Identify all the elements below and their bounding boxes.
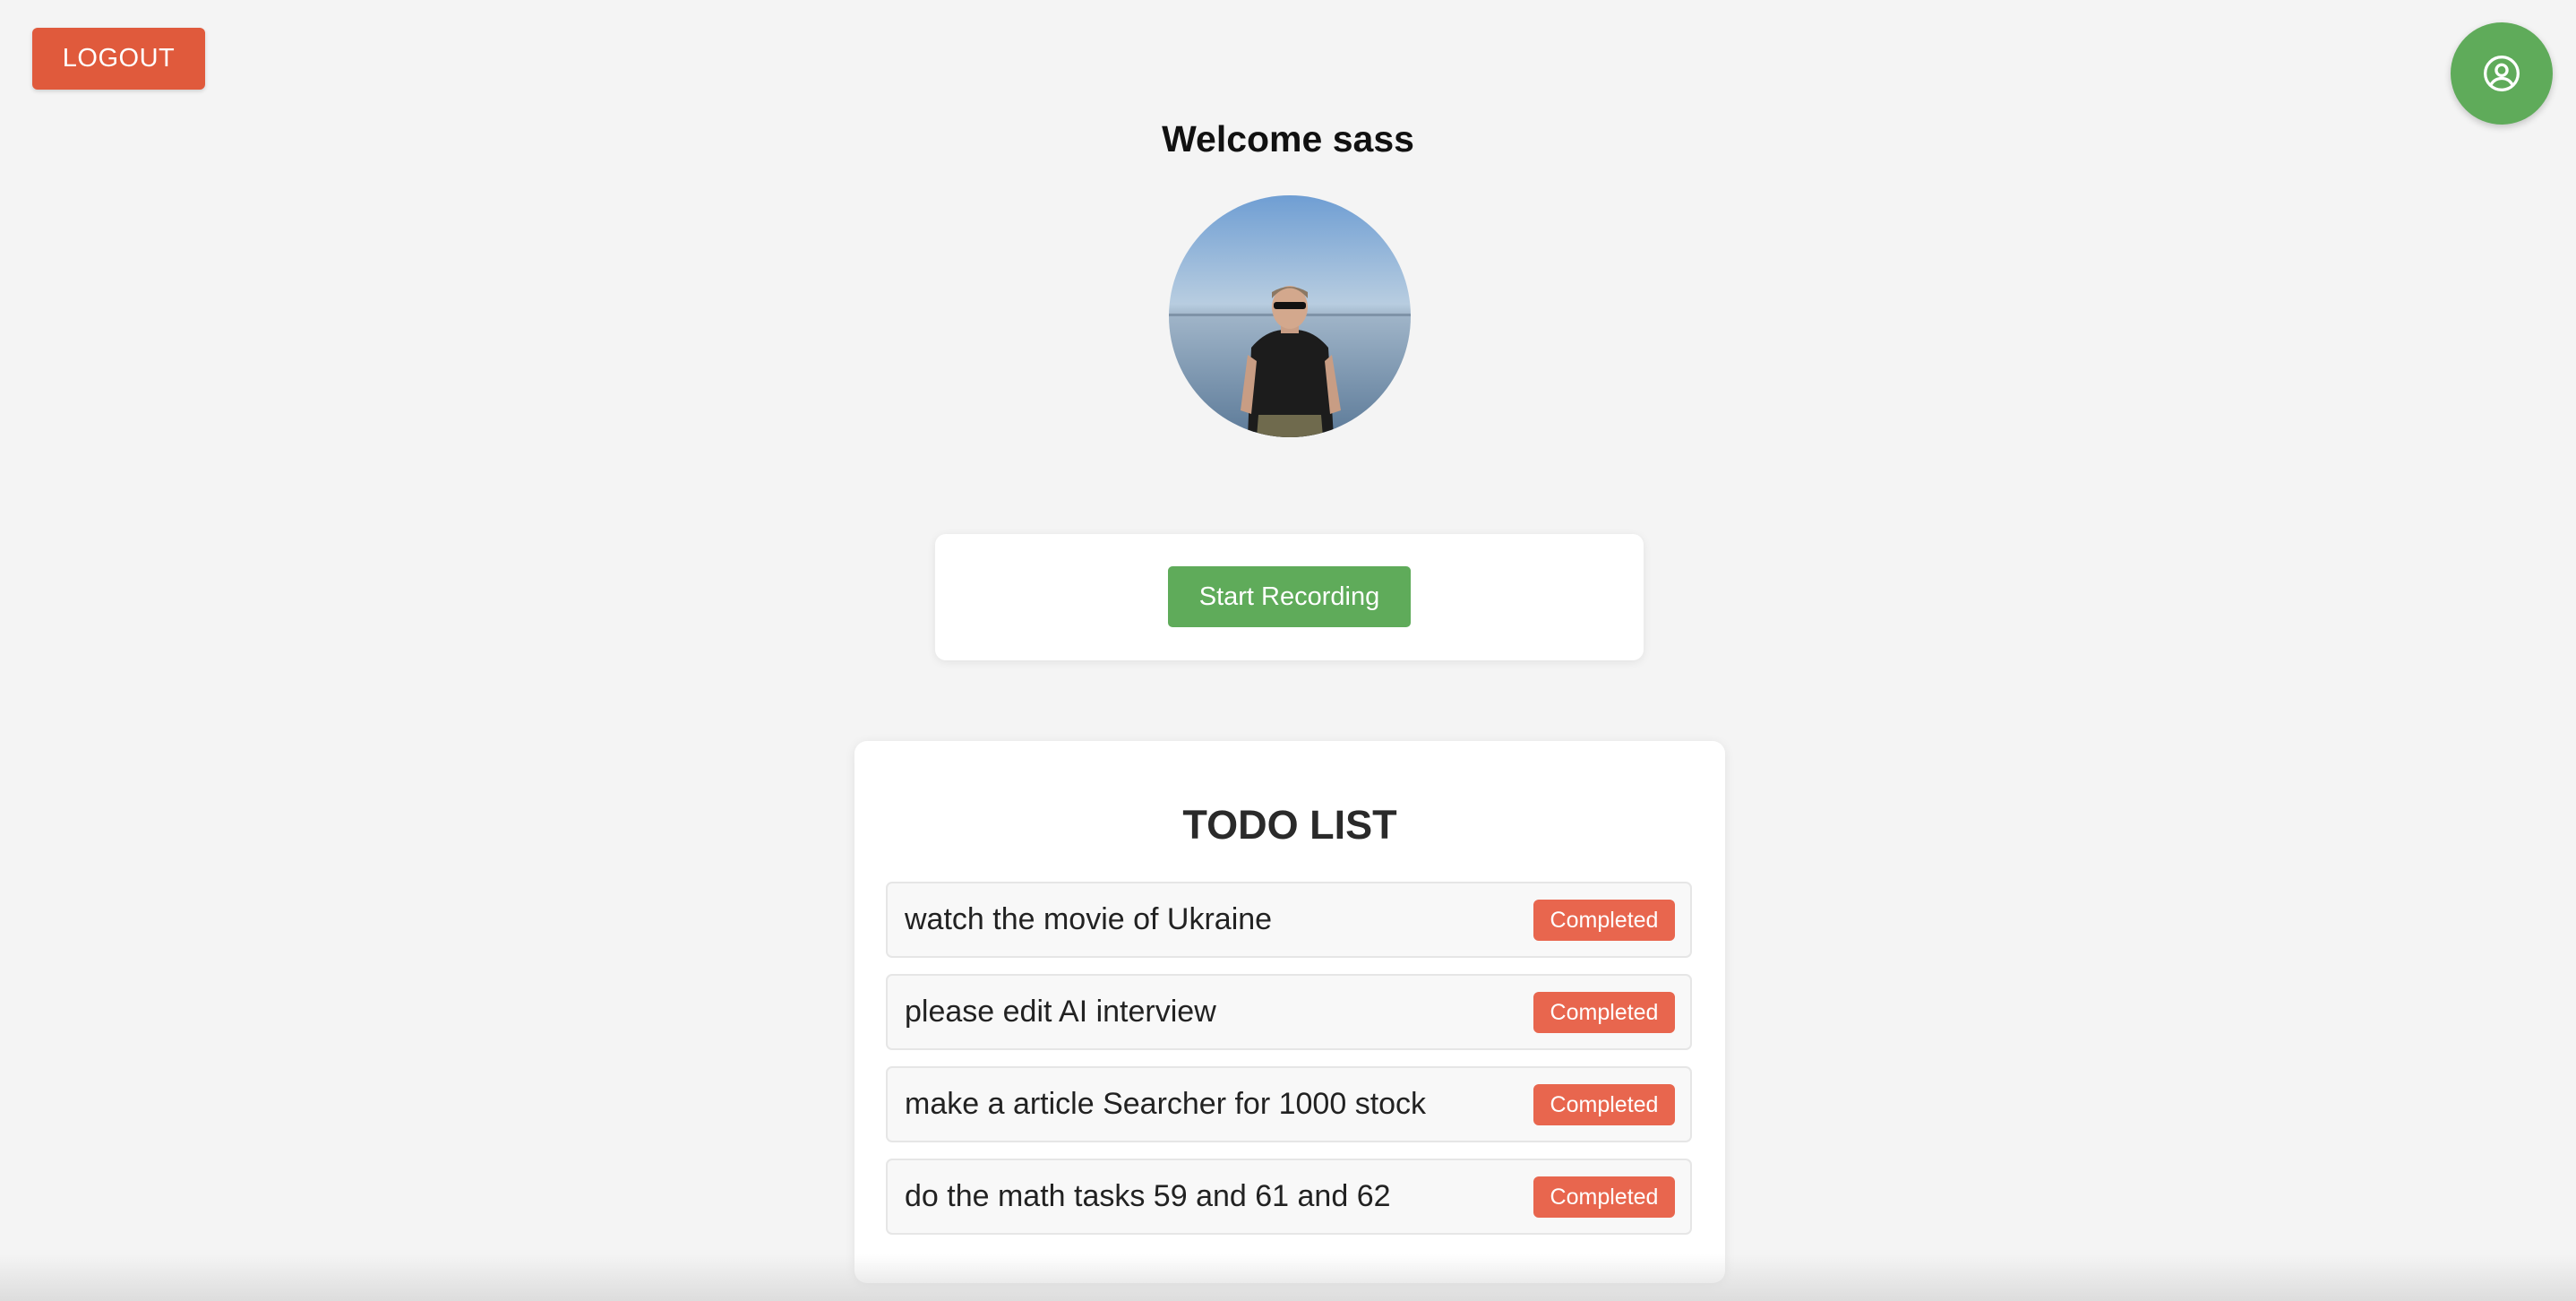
user-circle-icon (2484, 56, 2520, 91)
todo-item: make a article Searcher for 1000 stock C… (886, 1066, 1692, 1142)
todo-item: do the math tasks 59 and 61 and 62 Compl… (886, 1159, 1692, 1235)
todo-item-text: do the math tasks 59 and 61 and 62 (905, 1179, 1391, 1213)
profile-button[interactable] (2451, 22, 2553, 125)
todo-item: please edit AI interview Completed (886, 974, 1692, 1050)
avatar (1169, 195, 1411, 437)
completed-badge[interactable]: Completed (1533, 900, 1675, 941)
completed-badge[interactable]: Completed (1533, 1176, 1675, 1218)
start-recording-button[interactable]: Start Recording (1168, 566, 1411, 627)
todo-list-title: TODO LIST (1182, 802, 1397, 848)
recording-panel: Start Recording (935, 534, 1644, 660)
todo-list-card: TODO LIST watch the movie of Ukraine Com… (854, 741, 1725, 1283)
todo-item-text: watch the movie of Ukraine (905, 902, 1273, 936)
todo-item: watch the movie of Ukraine Completed (886, 882, 1692, 958)
todo-item-text: make a article Searcher for 1000 stock (905, 1087, 1427, 1121)
welcome-heading: Welcome sass (1162, 118, 1414, 159)
logout-button[interactable]: LOGOUT (32, 28, 205, 90)
completed-badge[interactable]: Completed (1533, 992, 1675, 1033)
completed-badge[interactable]: Completed (1533, 1084, 1675, 1125)
todo-item-text: please edit AI interview (905, 995, 1216, 1029)
